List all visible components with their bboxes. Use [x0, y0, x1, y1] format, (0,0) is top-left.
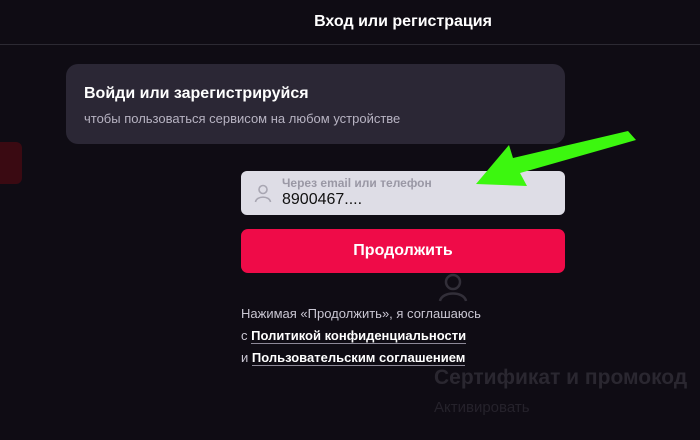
page-title: Вход или регистрация	[314, 13, 492, 30]
consent-prefix-3: и	[241, 350, 249, 365]
top-header: Вход или регистрация	[0, 0, 700, 45]
privacy-policy-link[interactable]: Политикой конфиденциальности	[251, 328, 467, 344]
card-subtitle: чтобы пользоваться сервисом на любом уст…	[84, 111, 401, 126]
background-promo-action: Активировать	[434, 399, 530, 416]
login-input-box[interactable]: Через email или телефон	[241, 171, 565, 215]
consent-line-2: с Политикой конфиденциальности	[241, 325, 481, 347]
user-icon	[254, 184, 272, 203]
background-user-icon	[438, 273, 468, 302]
continue-button[interactable]: Продолжить	[241, 229, 565, 273]
consent-text: Нажимая «Продолжить», я соглашаюсь с Пол…	[241, 303, 481, 369]
login-input-label: Через email или телефон	[282, 176, 432, 190]
login-input[interactable]	[282, 191, 552, 209]
card-title: Войди или зарегистрируйся	[84, 85, 309, 102]
background-badge	[0, 142, 22, 184]
consent-line-1: Нажимая «Продолжить», я соглашаюсь	[241, 306, 481, 321]
auth-info-card: Войди или зарегистрируйся чтобы пользова…	[66, 64, 565, 144]
user-agreement-link[interactable]: Пользовательским соглашением	[251, 350, 466, 366]
consent-line-3: и Пользовательским соглашением	[241, 347, 481, 369]
background-promo-title: Сертификат и промокод	[434, 366, 688, 389]
consent-prefix-2: с	[241, 328, 248, 343]
